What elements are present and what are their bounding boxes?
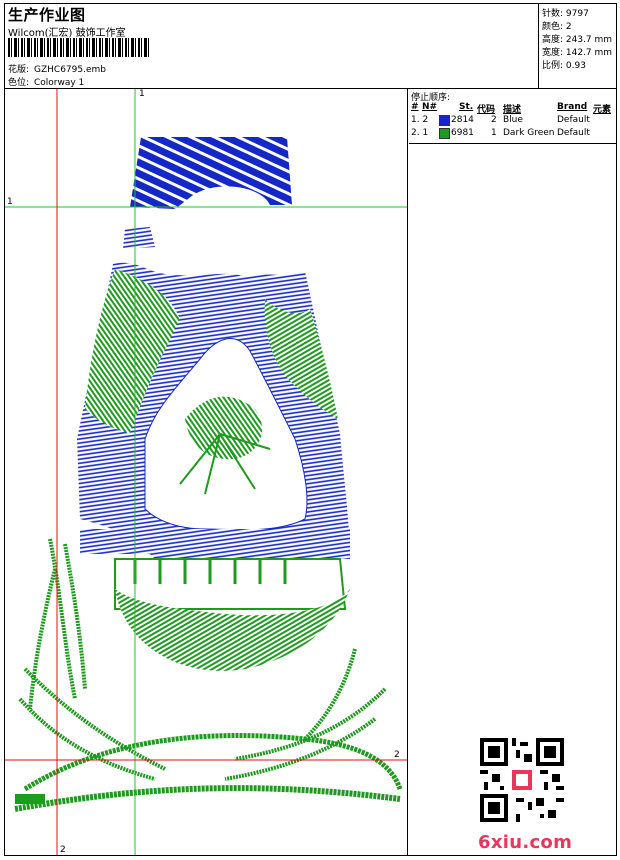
colorway-info: 色位: Colorway 1 bbox=[8, 75, 84, 88]
row-number: 1. 2 bbox=[411, 115, 429, 125]
row-brand: Default bbox=[557, 115, 590, 125]
row-code: 1 bbox=[491, 128, 497, 138]
ground-patch bbox=[15, 794, 45, 804]
col-header-desc: 描述 bbox=[503, 105, 522, 115]
row-brand: Default bbox=[557, 128, 590, 138]
col-header-n: N# bbox=[422, 102, 438, 112]
row-stitches: 6981 bbox=[451, 128, 474, 138]
site-logo[interactable]: 6xiu.com bbox=[478, 832, 572, 853]
axis-label-right: 2 bbox=[394, 750, 400, 760]
row-number: 2. 1 bbox=[411, 128, 429, 138]
page-subtitle: Wilcom(汇宏) 鼓饰工作室 bbox=[8, 28, 126, 39]
design-height: 高度: 243.7 mm bbox=[542, 35, 613, 45]
row-desc: Blue bbox=[503, 115, 523, 125]
axis-label-bottom: 2 bbox=[60, 845, 66, 855]
blue-mid-band bbox=[80, 529, 350, 554]
design-width: 宽度: 142.7 mm bbox=[542, 48, 613, 58]
blue-top-band bbox=[130, 137, 292, 209]
col-header-element: 元素 bbox=[593, 105, 612, 115]
design-value: GZHC6795.emb bbox=[34, 65, 106, 75]
row-stitches: 2814 bbox=[451, 115, 474, 125]
ground-curve-1 bbox=[23, 733, 403, 792]
stitch-count: 针数: 9797 bbox=[542, 9, 589, 19]
barcode bbox=[8, 38, 150, 57]
row-desc: Dark Green bbox=[503, 128, 555, 138]
design-canvas[interactable]: 1 1 2 2 bbox=[5, 89, 408, 855]
col-header-brand: Brand bbox=[557, 102, 588, 112]
colorway-label: 色位: bbox=[8, 78, 30, 88]
color-swatch bbox=[439, 115, 450, 126]
color-swatch bbox=[439, 128, 450, 139]
page-title: 生产作业图 bbox=[8, 6, 86, 24]
design-label: 花版: bbox=[8, 65, 30, 75]
col-header-st: St. bbox=[459, 102, 474, 112]
axis-label-top: 1 bbox=[139, 89, 145, 99]
col-header-hash: # bbox=[411, 102, 419, 112]
green-fence-row bbox=[114, 558, 347, 610]
embroidery-preview bbox=[5, 89, 407, 855]
stop-sequence-panel: 停止顺序: # N# St. 代码 描述 Brand 元素 1. 2 2814 … bbox=[409, 89, 616, 144]
design-info: 花版: GZHC6795.emb bbox=[8, 62, 106, 75]
stats-box: 针数: 9797 颜色: 2 高度: 243.7 mm 宽度: 142.7 mm… bbox=[538, 3, 617, 88]
col-header-code: 代码 bbox=[477, 105, 496, 115]
blue-small-patch bbox=[123, 227, 155, 249]
colorway-value: Colorway 1 bbox=[34, 78, 85, 88]
row-code: 2 bbox=[491, 115, 497, 125]
ground-curve-2 bbox=[14, 785, 401, 812]
qr-code bbox=[480, 738, 564, 822]
color-count: 颜色: 2 bbox=[542, 22, 572, 32]
axis-label-left: 1 bbox=[7, 197, 13, 207]
design-scale: 比例: 0.93 bbox=[542, 61, 586, 71]
